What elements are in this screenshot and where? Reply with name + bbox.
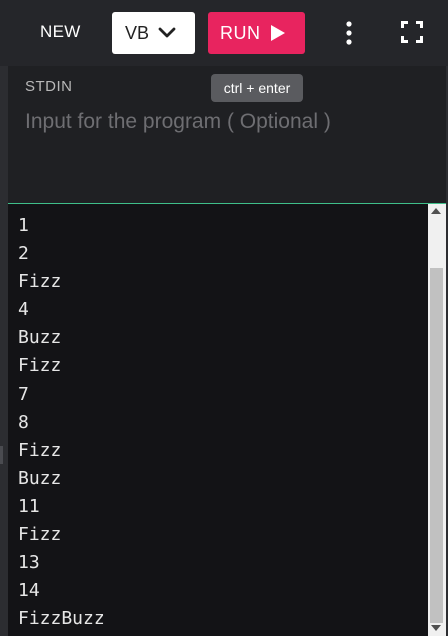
output-line: 14 [18,580,40,602]
output-lines: 1 2 Fizz 4 Buzz Fizz 7 8 Fizz Buzz 11 Fizz 13 14 FizzB… [18,212,105,633]
new-button[interactable]: NEW [40,22,81,42]
left-gutter [0,66,8,636]
resize-handle[interactable] [0,446,3,464]
output-line: 8 [18,411,29,433]
play-icon [271,25,285,41]
scroll-up-icon[interactable] [431,208,441,214]
stdin-input[interactable] [25,107,425,137]
output-line: 7 [18,383,29,405]
fullscreen-icon[interactable] [401,21,423,43]
output-line: FizzBuzz [18,608,105,630]
toolbar: NEW VB RUN [0,0,448,66]
output-line: Buzz [18,467,62,489]
output-line: 4 [18,299,29,321]
output-line: Fizz [18,524,62,546]
output-line: 1 [18,215,29,236]
scroll-down-icon[interactable] [431,625,441,631]
output-line: Fizz [18,439,62,461]
output-panel: 1 2 Fizz 4 Buzz Fizz 7 8 Fizz Buzz 11 Fizz 13 14 FizzB… [8,204,428,636]
run-label: RUN [220,23,261,43]
output-line: 2 [18,243,29,265]
output-scrollbar[interactable] [428,204,446,636]
run-shortcut-tooltip: ctrl + enter [211,74,303,102]
scroll-thumb[interactable] [430,268,443,623]
output-line: Fizz [18,355,62,377]
run-button[interactable]: RUN [208,12,305,54]
output-line: 13 [18,552,40,574]
output-line: Buzz [18,327,62,349]
output-line: Fizz [18,271,62,293]
language-label: VB [125,23,150,43]
language-select[interactable]: VB [112,12,195,54]
chevron-down-icon [158,27,176,38]
more-vertical-icon[interactable] [340,20,358,46]
output-line: 11 [18,495,40,517]
stdin-title: STDIN [25,78,73,95]
